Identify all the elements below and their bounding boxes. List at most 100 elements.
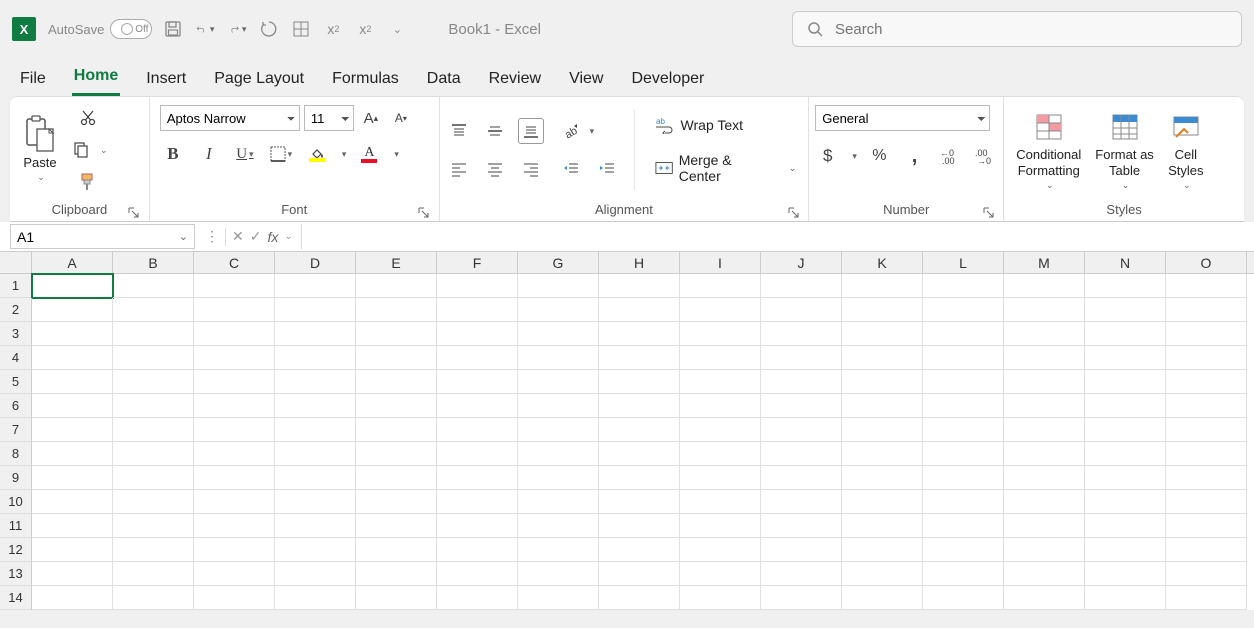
cell[interactable] — [518, 346, 599, 370]
row-header[interactable]: 12 — [0, 538, 32, 562]
cell[interactable] — [1085, 442, 1166, 466]
cell[interactable] — [599, 274, 680, 298]
cell[interactable] — [842, 394, 923, 418]
cell[interactable] — [437, 322, 518, 346]
cell[interactable] — [1166, 370, 1247, 394]
format-as-table-button[interactable]: Format as Table⌄ — [1089, 105, 1160, 195]
cell[interactable] — [113, 442, 194, 466]
row-header[interactable]: 4 — [0, 346, 32, 370]
cell[interactable] — [518, 370, 599, 394]
column-header[interactable]: C — [194, 252, 275, 273]
italic-button[interactable]: I — [196, 141, 222, 167]
cell[interactable] — [518, 418, 599, 442]
cell[interactable] — [518, 394, 599, 418]
column-header[interactable]: L — [923, 252, 1004, 273]
cell[interactable] — [194, 346, 275, 370]
cell[interactable] — [680, 394, 761, 418]
cell[interactable] — [761, 562, 842, 586]
cell[interactable] — [680, 514, 761, 538]
cell[interactable] — [194, 298, 275, 322]
cell[interactable] — [437, 490, 518, 514]
cell[interactable] — [518, 322, 599, 346]
cell[interactable] — [275, 370, 356, 394]
cell[interactable] — [32, 514, 113, 538]
cell[interactable] — [1004, 274, 1085, 298]
accounting-format-button[interactable]: $ — [815, 143, 840, 169]
cell[interactable] — [761, 418, 842, 442]
format-painter-button[interactable] — [75, 169, 101, 195]
cell[interactable] — [842, 298, 923, 322]
cell[interactable] — [599, 370, 680, 394]
cell[interactable] — [1085, 322, 1166, 346]
cell[interactable] — [680, 490, 761, 514]
row-header[interactable]: 1 — [0, 274, 32, 298]
wrap-text-button[interactable]: ab Wrap Text — [649, 113, 750, 137]
fx-icon[interactable]: fx — [267, 229, 278, 245]
cell[interactable] — [194, 490, 275, 514]
cell[interactable] — [599, 394, 680, 418]
align-left-button[interactable] — [446, 156, 472, 182]
cell[interactable] — [275, 418, 356, 442]
cell[interactable] — [923, 562, 1004, 586]
fill-color-button[interactable] — [304, 141, 330, 167]
row-header[interactable]: 11 — [0, 514, 32, 538]
name-box[interactable]: A1 ⌄ — [10, 224, 195, 249]
cell[interactable] — [923, 346, 1004, 370]
cell[interactable] — [842, 538, 923, 562]
cell[interactable] — [437, 562, 518, 586]
cell[interactable] — [1166, 418, 1247, 442]
cell[interactable] — [1004, 514, 1085, 538]
row-header[interactable]: 9 — [0, 466, 32, 490]
cell[interactable] — [599, 298, 680, 322]
tab-data[interactable]: Data — [425, 64, 463, 96]
cell[interactable] — [194, 514, 275, 538]
cell[interactable] — [923, 466, 1004, 490]
cell[interactable] — [923, 370, 1004, 394]
cell[interactable] — [194, 418, 275, 442]
decrease-decimal-button[interactable]: .00→0 — [972, 143, 997, 169]
cell[interactable] — [275, 538, 356, 562]
cell[interactable] — [275, 298, 356, 322]
cell[interactable] — [437, 514, 518, 538]
cell[interactable] — [1004, 298, 1085, 322]
cell[interactable] — [32, 370, 113, 394]
align-top-button[interactable] — [446, 118, 472, 144]
cell[interactable] — [275, 322, 356, 346]
cell[interactable] — [680, 466, 761, 490]
cell[interactable] — [680, 538, 761, 562]
chevron-down-icon[interactable]: ▾ — [590, 126, 595, 137]
align-middle-button[interactable] — [482, 118, 508, 144]
autosave-toggle[interactable]: Off — [110, 19, 152, 39]
cell[interactable] — [518, 538, 599, 562]
cell[interactable] — [113, 322, 194, 346]
dots-icon[interactable]: ⋮ — [205, 228, 219, 245]
cell[interactable] — [761, 370, 842, 394]
cell[interactable] — [599, 466, 680, 490]
cell[interactable] — [518, 514, 599, 538]
cell[interactable] — [1085, 538, 1166, 562]
cell[interactable] — [842, 466, 923, 490]
dialog-launcher-icon[interactable] — [786, 205, 800, 219]
cell[interactable] — [680, 586, 761, 610]
cell[interactable] — [761, 466, 842, 490]
cell[interactable] — [761, 298, 842, 322]
cell[interactable] — [842, 418, 923, 442]
font-size-select[interactable]: 11 — [304, 105, 354, 131]
tab-home[interactable]: Home — [72, 61, 120, 96]
cell[interactable] — [1085, 490, 1166, 514]
cell[interactable] — [32, 538, 113, 562]
formula-input[interactable] — [302, 222, 1254, 251]
cell[interactable] — [194, 322, 275, 346]
row-header[interactable]: 10 — [0, 490, 32, 514]
merge-center-button[interactable]: Merge & Center ⌄ — [649, 149, 803, 187]
tab-page-layout[interactable]: Page Layout — [212, 64, 306, 96]
cell[interactable] — [842, 586, 923, 610]
search-box[interactable] — [792, 11, 1242, 47]
cell[interactable] — [923, 274, 1004, 298]
decrease-indent-button[interactable] — [558, 156, 584, 182]
cell[interactable] — [923, 394, 1004, 418]
cell[interactable] — [356, 442, 437, 466]
comma-format-button[interactable]: , — [902, 143, 927, 169]
column-header[interactable]: E — [356, 252, 437, 273]
cell[interactable] — [1085, 466, 1166, 490]
